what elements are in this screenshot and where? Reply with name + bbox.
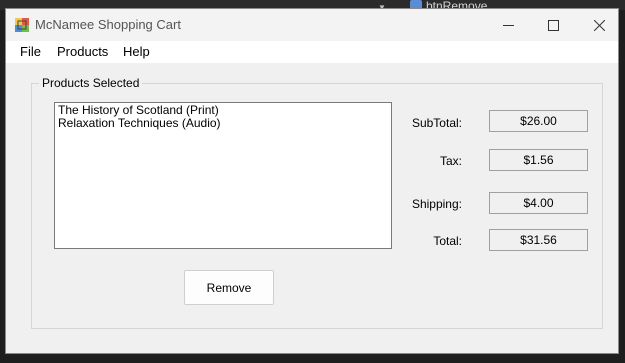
menu-bar: File Products Help [6, 41, 618, 63]
tax-label: Tax: [439, 154, 462, 168]
products-listbox[interactable]: The History of Scotland (Print) Relaxati… [54, 102, 392, 249]
products-selected-label: Products Selected [39, 76, 143, 90]
shipping-label: Shipping: [411, 197, 462, 211]
window-title: McNamee Shopping Cart [35, 17, 181, 32]
tax-value: $1.56 [489, 149, 588, 171]
app-icon [15, 18, 29, 32]
minimize-button[interactable] [485, 9, 531, 41]
remove-button[interactable]: Remove [184, 270, 274, 305]
maximize-icon [547, 19, 559, 31]
menu-products[interactable]: Products [57, 44, 108, 59]
total-label: Total: [433, 234, 462, 248]
subtotal-value: $26.00 [489, 110, 588, 132]
close-button[interactable] [576, 9, 622, 41]
list-item[interactable]: Relaxation Techniques (Audio) [58, 117, 388, 130]
total-value: $31.56 [489, 229, 588, 251]
shipping-value: $4.00 [489, 192, 588, 214]
menu-help[interactable]: Help [123, 44, 150, 59]
subtotal-label: SubTotal: [411, 116, 462, 130]
title-bar: McNamee Shopping Cart [6, 9, 618, 41]
maximize-button[interactable] [530, 9, 576, 41]
menu-file[interactable]: File [20, 44, 41, 59]
minimize-icon [502, 24, 514, 26]
close-icon [593, 19, 605, 31]
